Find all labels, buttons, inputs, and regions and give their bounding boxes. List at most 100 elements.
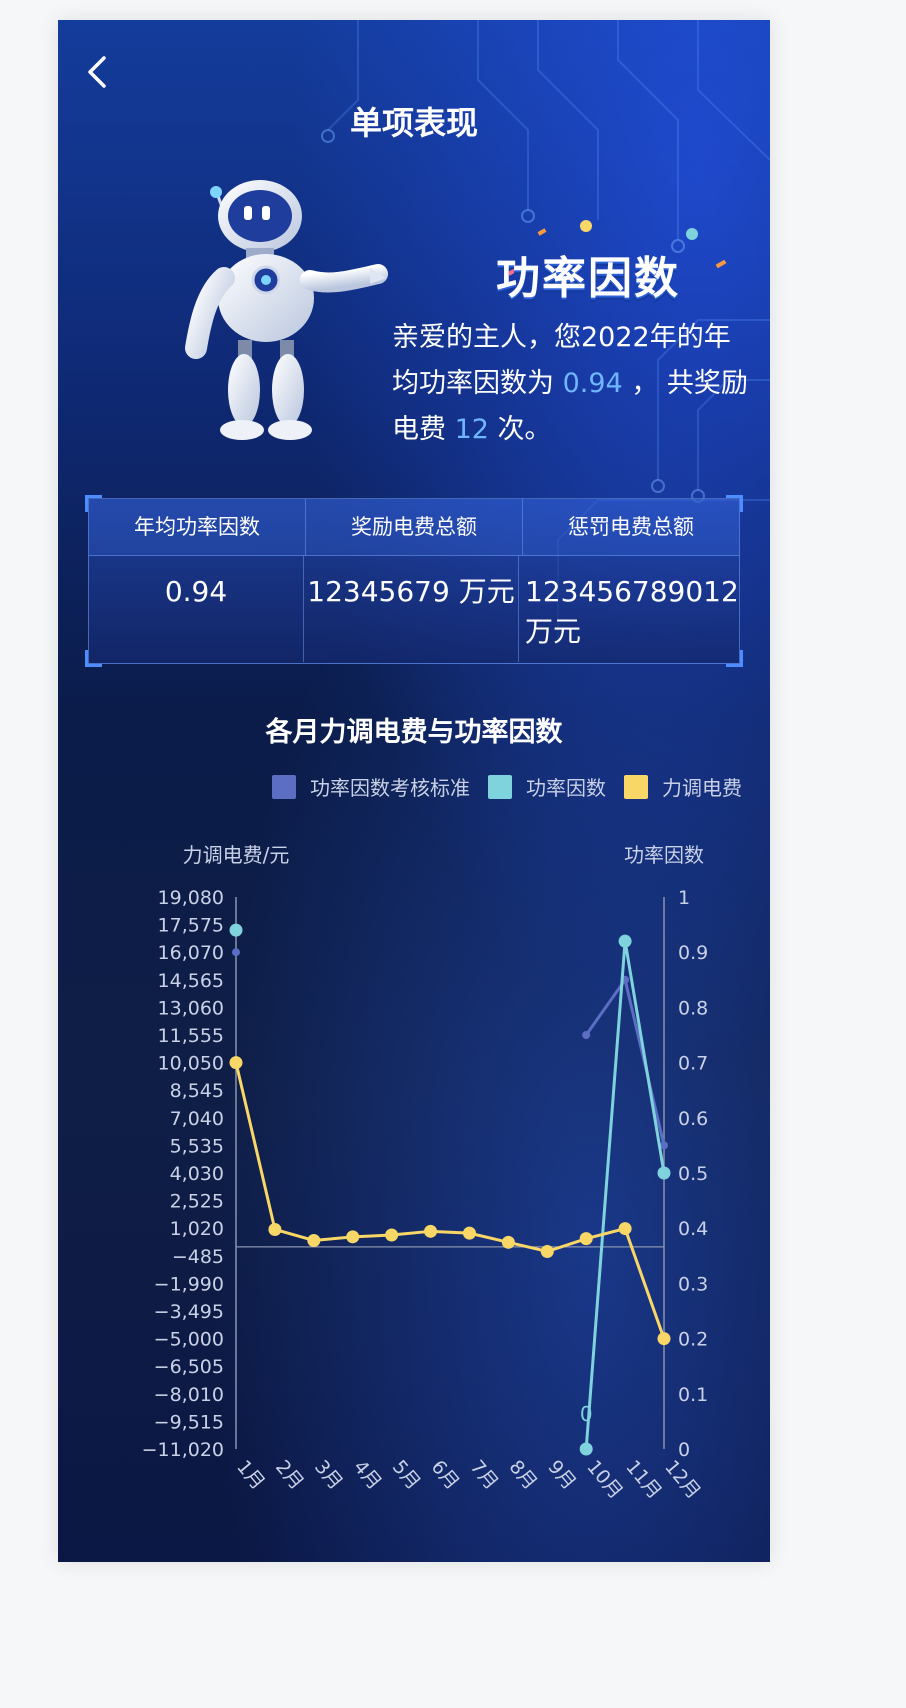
corner-decoration — [726, 495, 743, 512]
series-point — [268, 1222, 282, 1236]
series-point — [657, 1166, 671, 1180]
series-point — [582, 1031, 591, 1039]
stats-value-row: 0.94 12345679 万元 123456789012 万元 — [89, 556, 739, 662]
left-tick-label: 2,525 — [170, 1191, 224, 1213]
stats-table: 年均功率因数 奖励电费总额 惩罚电费总额 0.94 12345679 万元 12… — [85, 495, 743, 667]
header-reward-total: 奖励电费总额 — [306, 499, 523, 555]
header-penalty-total: 惩罚电费总额 — [568, 515, 694, 539]
header-avg-power-factor: 年均功率因数 — [89, 499, 306, 555]
left-tick-label: −3,495 — [154, 1301, 224, 1323]
x-tick-label: 12月 — [660, 1456, 705, 1503]
legend-swatch — [624, 774, 648, 799]
left-tick-label: 13,060 — [158, 997, 224, 1019]
intro-suffix: 次。 — [497, 414, 552, 445]
series-point — [501, 1235, 515, 1249]
left-tick-label: −9,515 — [154, 1411, 224, 1433]
corner-decoration — [85, 495, 102, 512]
left-tick-label: 17,575 — [158, 915, 224, 937]
x-tick-label: 7月 — [466, 1456, 503, 1494]
left-tick-label: 14,565 — [158, 970, 224, 992]
legend-swatch — [488, 774, 512, 799]
corner-decoration — [85, 650, 102, 667]
series-point — [229, 1056, 243, 1070]
left-tick-label: −5,000 — [154, 1329, 224, 1351]
right-tick-label: 0.3 — [678, 1273, 708, 1295]
stats-header-row: 年均功率因数 奖励电费总额 惩罚电费总额 — [89, 499, 739, 556]
left-tick-label: −485 — [172, 1246, 224, 1268]
series-point — [657, 1332, 671, 1346]
series-point — [579, 1232, 593, 1246]
left-tick-label: −1,990 — [154, 1273, 224, 1295]
value-penalty-total: 123456789012 万元 — [525, 575, 739, 648]
right-tick-label: 1 — [678, 887, 690, 909]
left-tick-label: 7,040 — [170, 1108, 224, 1130]
left-axis-label: 力调电费/元 — [183, 843, 290, 867]
series-point — [579, 1442, 593, 1456]
series-point — [540, 1244, 554, 1258]
series-line — [584, 976, 666, 1146]
left-tick-label: −11,020 — [142, 1439, 224, 1461]
chart-title: 各月力调电费与功率因数 — [265, 717, 563, 748]
left-tick-label: 5,535 — [170, 1135, 224, 1157]
left-tick-label: 10,050 — [158, 1053, 224, 1075]
page-title: 单项表现 — [349, 104, 478, 142]
right-axis-label: 功率因数 — [624, 843, 704, 867]
right-tick-label: 0.1 — [678, 1384, 708, 1406]
series-point — [229, 923, 243, 937]
series-point — [346, 1230, 360, 1244]
series-point — [462, 1226, 476, 1240]
legend-item-power-factor[interactable]: 功率因数 — [488, 772, 606, 801]
intro-avg-value: 0.94 — [562, 368, 623, 399]
series-point — [385, 1228, 399, 1242]
right-tick-label: 0.8 — [678, 997, 708, 1019]
series-point — [307, 1233, 321, 1247]
legend-label: 力调电费 — [662, 776, 742, 800]
right-tick-label: 0.2 — [678, 1329, 708, 1351]
right-tick-label: 0.4 — [678, 1218, 708, 1240]
right-tick-label: 0 — [678, 1439, 690, 1461]
x-tick-label: 4月 — [349, 1456, 386, 1494]
x-tick-label: 9月 — [543, 1456, 580, 1494]
right-tick-label: 0.6 — [678, 1108, 708, 1130]
back-chevron-icon[interactable] — [80, 54, 116, 90]
value-avg-power-factor: 0.94 — [89, 556, 304, 662]
intro-text: 亲爱的主人，您2022年的年均功率因数为 0.94 ， 共奖励电费 12 次。 — [392, 315, 754, 453]
chart-area: 力调电费/元 功率因数 19,080 17,575 16,070 14,565 13,060… — [142, 843, 709, 1503]
left-tick-label: 8,545 — [170, 1080, 224, 1102]
x-tick-label: 8月 — [505, 1456, 542, 1494]
x-tick-label: 2月 — [271, 1456, 308, 1494]
value-reward-total: 12345679 万元 — [304, 556, 519, 662]
chart-legend: 功率因数考核标准 功率因数 力调电费 — [254, 772, 742, 801]
x-tick-label: 3月 — [310, 1456, 347, 1494]
left-tick-label: 19,080 — [158, 887, 224, 909]
left-tick-label: 1,020 — [170, 1218, 224, 1240]
legend-item-fee[interactable]: 力调电费 — [624, 772, 742, 801]
legend-label: 功率因数 — [526, 776, 606, 800]
right-tick-label: 0.9 — [678, 942, 708, 964]
series-line — [234, 1062, 666, 1340]
legend-label: 功率因数考核标准 — [310, 776, 470, 800]
corner-decoration — [726, 650, 743, 667]
left-tick-label: 16,070 — [158, 942, 224, 964]
x-tick-label: 5月 — [388, 1456, 425, 1494]
phone-screen: 单项表现 功率因数 亲爱的主人，您2022年的年均功率因数为 0.94 ， 共奖… — [58, 20, 770, 1562]
series-point — [424, 1224, 438, 1238]
intro-reward-times: 12 — [454, 414, 489, 445]
badge-title: 功率因数 — [496, 253, 680, 304]
left-tick-label: 11,555 — [158, 1025, 224, 1047]
robot-icon — [185, 180, 388, 440]
series-point — [618, 1222, 632, 1236]
x-tick-label: 11月 — [621, 1456, 666, 1503]
data-label: 0 — [580, 1402, 593, 1426]
legend-item-standard[interactable]: 功率因数考核标准 — [272, 772, 470, 801]
x-tick-label: 1月 — [232, 1456, 269, 1494]
right-tick-label: 0.7 — [678, 1053, 708, 1075]
right-tick-label: 0.5 — [678, 1163, 708, 1185]
x-tick-label: 6月 — [427, 1456, 464, 1494]
left-tick-label: −6,505 — [154, 1356, 224, 1378]
legend-swatch — [272, 774, 296, 799]
series-point — [618, 934, 632, 948]
left-tick-label: 4,030 — [170, 1163, 224, 1185]
left-tick-label: −8,010 — [154, 1384, 224, 1406]
x-tick-label: 10月 — [582, 1456, 627, 1503]
